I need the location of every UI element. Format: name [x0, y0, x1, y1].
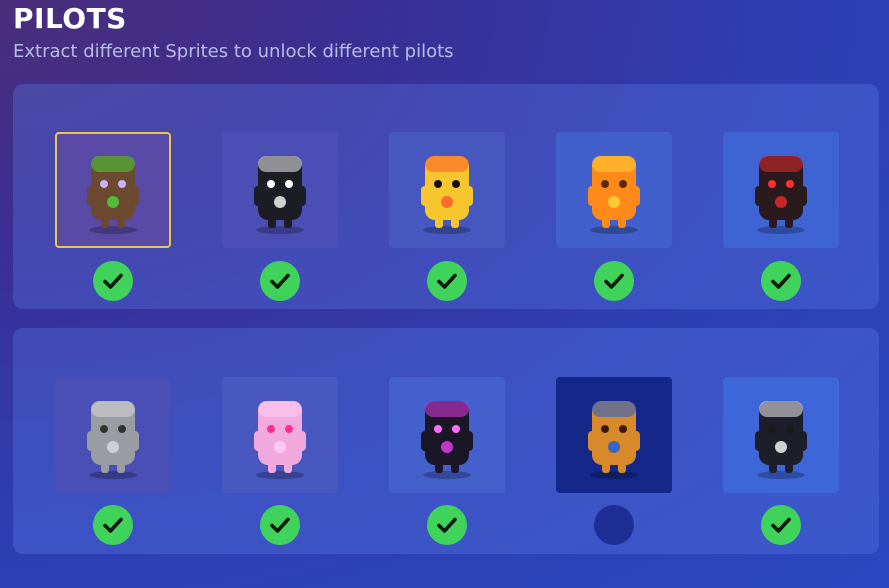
checkmark-icon: [771, 517, 791, 533]
checkmark-icon: [437, 273, 457, 289]
demon-sprite-icon: [755, 156, 807, 234]
unlocked-check-badge: [427, 261, 467, 301]
checkmark-icon: [270, 273, 290, 289]
punk-sprite-icon: [254, 156, 306, 234]
unlocked-check-badge: [594, 261, 634, 301]
unlocked-check-badge: [93, 505, 133, 545]
pilot-card-demon-sprite[interactable]: [723, 132, 839, 248]
locked-status-badge: [594, 505, 634, 545]
pilot-card-wood-sprite[interactable]: [55, 132, 171, 248]
void-sprite-icon: [421, 401, 473, 479]
pilot-card-ghost-sprite[interactable]: [222, 377, 338, 493]
page-subtitle: Extract different Sprites to unlock diff…: [13, 41, 454, 62]
pilot-card-peanut-sprite[interactable]: [556, 377, 672, 493]
checkmark-icon: [771, 273, 791, 289]
pilot-card-fire-sprite[interactable]: [556, 132, 672, 248]
skull-sprite-icon: [755, 401, 807, 479]
checkmark-icon: [604, 273, 624, 289]
pilot-card-stone-sprite[interactable]: [55, 377, 171, 493]
unlocked-check-badge: [761, 261, 801, 301]
page-title: PILOTS: [13, 2, 127, 35]
pilot-card-void-sprite[interactable]: [389, 377, 505, 493]
checkmark-icon: [437, 517, 457, 533]
duck-sprite-icon: [421, 156, 473, 234]
checkmark-icon: [270, 517, 290, 533]
unlocked-check-badge: [427, 505, 467, 545]
wood-sprite-icon: [87, 156, 139, 234]
checkmark-icon: [103, 517, 123, 533]
pilot-card-skull-sprite[interactable]: [723, 377, 839, 493]
peanut-sprite-icon: [588, 401, 640, 479]
pilot-card-duck-sprite[interactable]: [389, 132, 505, 248]
pilot-card-punk-sprite[interactable]: [222, 132, 338, 248]
unlocked-check-badge: [260, 261, 300, 301]
unlocked-check-badge: [761, 505, 801, 545]
fire-sprite-icon: [588, 156, 640, 234]
ghost-sprite-icon: [254, 401, 306, 479]
stone-sprite-icon: [87, 401, 139, 479]
unlocked-check-badge: [93, 261, 133, 301]
unlocked-check-badge: [260, 505, 300, 545]
checkmark-icon: [103, 273, 123, 289]
